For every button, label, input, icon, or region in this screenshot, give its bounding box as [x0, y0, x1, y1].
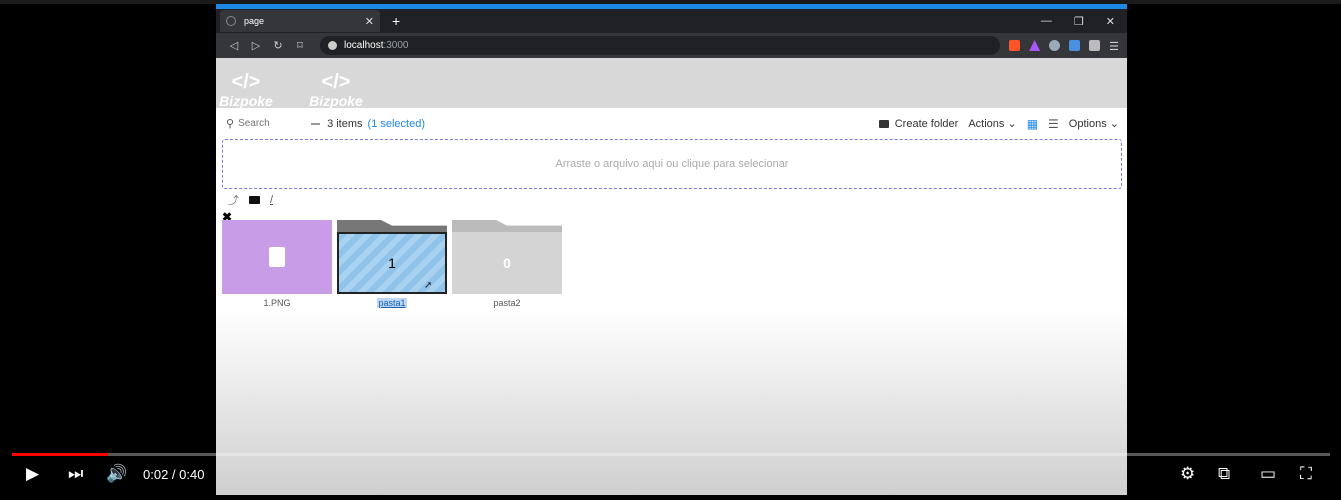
volume-icon[interactable]: 🔊: [106, 464, 127, 484]
file-manager-toolbar: ⚲ 3 items (1 selected) Create folder Act…: [216, 108, 1127, 139]
close-window-icon[interactable]: ✕: [1106, 15, 1115, 28]
browser-nav-bar: ◁ ▷ ↻ ⌑ localhost:3000 ☰: [216, 33, 1127, 58]
close-tab-icon[interactable]: ✕: [365, 15, 374, 28]
back-icon[interactable]: ◁: [224, 39, 244, 52]
time-display: 0:02 / 0:40: [143, 467, 205, 482]
folder-thumbnail[interactable]: 0: [452, 220, 562, 294]
image-file-icon: [269, 247, 285, 267]
logo-text: Bizpoke: [309, 93, 363, 109]
play-icon[interactable]: ▶: [26, 464, 39, 484]
forward-icon[interactable]: ▷: [246, 39, 266, 52]
bookmark-icon[interactable]: ⌑: [290, 39, 310, 52]
app-header: </> Bizpoke </> Bizpoke: [216, 58, 1127, 108]
item-name: 1.PNG: [263, 298, 291, 308]
restore-icon[interactable]: ❐: [1074, 15, 1084, 28]
search-icon: ⚲: [226, 118, 235, 130]
theater-mode-icon[interactable]: ▭: [1260, 464, 1276, 484]
miniplayer-icon[interactable]: ⧉: [1218, 464, 1230, 484]
folder-thumbnail[interactable]: 1 ➚: [337, 220, 447, 294]
file-item[interactable]: 1.PNG: [222, 220, 332, 308]
grid-view-icon[interactable]: ▦: [1027, 117, 1038, 131]
browser-tab-bar: page ✕ + — ❐ ✕: [216, 9, 1127, 33]
browser-tab[interactable]: page ✕: [220, 10, 380, 32]
folder-count: 0: [452, 232, 562, 294]
next-icon[interactable]: ⏭: [68, 464, 83, 484]
breadcrumb-root[interactable]: /: [270, 194, 273, 206]
search-input[interactable]: [238, 118, 309, 129]
video-player: page ✕ + — ❐ ✕ ◁ ▷ ↻ ⌑ localhost:3000 ☰…: [0, 0, 1341, 500]
extensions: ☰: [1009, 40, 1119, 53]
options-label: Options: [1068, 118, 1107, 130]
options-dropdown[interactable]: Options ⌄: [1069, 117, 1119, 130]
code-logo-icon: </>: [231, 71, 261, 93]
brave-shield-icon[interactable]: [1009, 40, 1021, 51]
brave-rewards-icon[interactable]: [1029, 40, 1041, 51]
cursor-icon: ➚: [424, 280, 433, 291]
item-name: pasta1: [377, 298, 407, 308]
video-frame[interactable]: page ✕ + — ❐ ✕ ◁ ▷ ↻ ⌑ localhost:3000 ☰…: [216, 4, 1127, 495]
chevron-down-icon: ⌄: [1007, 118, 1017, 130]
url-host: localhost: [344, 40, 384, 51]
create-folder-button[interactable]: Create folder: [878, 117, 959, 130]
address-bar[interactable]: localhost:3000: [320, 36, 1000, 55]
extension-b-icon[interactable]: [1069, 40, 1081, 51]
progress-fill: [12, 453, 109, 456]
info-icon[interactable]: [328, 41, 337, 50]
image-file-thumbnail[interactable]: [222, 220, 332, 294]
logo: </> Bizpoke: [218, 72, 274, 108]
actions-label: Actions: [968, 118, 1005, 130]
item-count: 3 items: [327, 117, 363, 130]
minimize-icon[interactable]: —: [1041, 15, 1052, 28]
dropzone-text: Arraste o arquivo aqui ou clique para se…: [555, 158, 789, 170]
reload-icon[interactable]: ↻: [268, 39, 288, 52]
item-name: pasta2: [493, 298, 521, 308]
folder-item[interactable]: 0 pasta2: [452, 220, 562, 308]
logo-text: Bizpoke: [219, 93, 273, 109]
breadcrumb: ⤴ /: [216, 189, 1127, 211]
upload-dropzone[interactable]: Arraste o arquivo aqui ou clique para se…: [222, 139, 1122, 189]
new-tab-icon[interactable]: +: [392, 13, 400, 29]
globe-icon: [226, 16, 236, 26]
settings-gear-icon[interactable]: ⚙: [1180, 464, 1195, 484]
folder-item[interactable]: 1 ➚ pasta1: [337, 220, 447, 308]
selected-count: (1 selected): [367, 117, 426, 130]
extension-a-icon[interactable]: [1049, 40, 1061, 51]
chevron-down-icon: ⌄: [1109, 118, 1119, 130]
code-logo-icon: </>: [321, 71, 351, 93]
tab-title: page: [244, 16, 265, 26]
url-port: :3000: [383, 40, 409, 51]
minus-icon: [311, 122, 321, 125]
menu-icon[interactable]: ☰: [1109, 40, 1119, 53]
window-controls: — ❐ ✕: [1041, 15, 1127, 28]
file-grid: 1.PNG 1 ➚ pasta1 0 pasta2: [222, 220, 562, 308]
progress-bar[interactable]: [12, 453, 1330, 456]
logo: </> Bizpoke: [308, 72, 364, 108]
player-controls: ▶ ⏭ 🔊 0:02 / 0:40 ⚙ ⧉ ▭ ⛶: [0, 448, 1341, 500]
actions-dropdown[interactable]: Actions ⌄: [968, 117, 1016, 130]
folder-plus-icon: [878, 119, 889, 128]
up-level-icon[interactable]: ⤴: [228, 192, 239, 208]
list-view-icon[interactable]: ☰: [1048, 117, 1059, 131]
toolbar-actions: Create folder Actions ⌄ ▦ ☰ Options ⌄: [878, 117, 1119, 131]
fullscreen-icon[interactable]: ⛶: [1300, 464, 1312, 484]
create-folder-label: Create folder: [894, 117, 959, 130]
folder-icon: [249, 196, 260, 204]
puzzle-icon[interactable]: [1089, 40, 1101, 51]
